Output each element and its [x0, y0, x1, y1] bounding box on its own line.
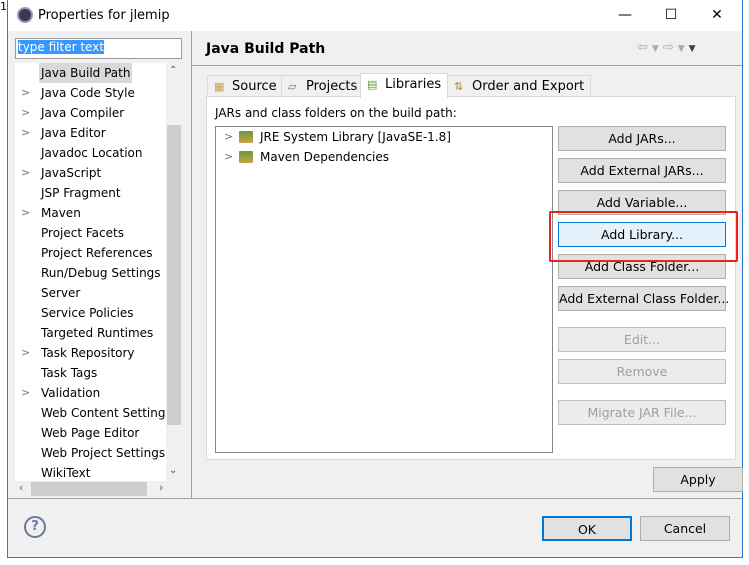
tab-projects[interactable]: ▱ Projects: [281, 75, 365, 97]
right-pane: Java Build Path ⇦▼⇨▼▼ ▦ Source ▱ Projects …: [192, 31, 743, 498]
tab-order-and-export[interactable]: ⇅ Order and Export: [447, 75, 592, 97]
view-menu-icon[interactable]: ▼: [689, 44, 700, 54]
tab-label: Order and Export: [472, 79, 585, 94]
tree-item-label: Javadoc Location: [41, 146, 143, 160]
window-title: Properties for jlemip: [38, 8, 170, 23]
filter-text: type filter text: [18, 40, 105, 54]
ok-button[interactable]: OK: [542, 516, 632, 541]
tree-item-label: Java Code Style: [41, 86, 135, 100]
scroll-up-icon[interactable]: ⌃: [169, 65, 177, 76]
tree-item-label: Project References: [41, 246, 153, 260]
library-icon: [239, 151, 253, 163]
tree-item-label: Java Build Path: [39, 63, 133, 83]
expand-icon[interactable]: >: [21, 203, 30, 223]
scrollbar-thumb[interactable]: [31, 482, 147, 496]
apply-button[interactable]: Apply: [653, 467, 743, 492]
back-icon[interactable]: ⇦: [637, 40, 652, 55]
add-external-class-folder-button[interactable]: Add External Class Folder...: [558, 286, 729, 311]
tab-source[interactable]: ▦ Source: [207, 75, 284, 97]
close-button[interactable]: ✕: [694, 0, 740, 31]
order-icon: ⇅: [454, 80, 464, 93]
tab-label: Source: [232, 79, 277, 94]
maximize-button[interactable]: ☐: [648, 0, 694, 31]
vertical-scrollbar[interactable]: ⌃ ⌄: [166, 63, 182, 481]
tree-item-label: Server: [41, 286, 81, 300]
page-header: Java Build Path ⇦▼⇨▼▼: [192, 31, 742, 66]
tree-item-label: JavaScript: [41, 166, 102, 180]
forward-menu-icon[interactable]: ▼: [678, 44, 689, 54]
tree-item-label: Task Tags: [41, 366, 98, 380]
add-external-jars-button[interactable]: Add External JARs...: [558, 158, 726, 183]
tree-item-label: Java Compiler: [41, 106, 125, 120]
panel-label: JARs and class folders on the build path…: [215, 106, 457, 120]
tree-item-label: Project Facets: [41, 226, 124, 240]
left-pane: type filter text Java Build Path > Java Co…: [8, 31, 192, 497]
title-bar: Properties for jlemip — ☐ ✕: [8, 0, 742, 31]
tree-item-label: Run/Debug Settings: [41, 266, 161, 280]
library-icon: ▤: [367, 78, 378, 91]
expand-icon[interactable]: >: [224, 147, 233, 167]
tree-item-label: Task Repository: [41, 346, 135, 360]
migrate-jar-file-button[interactable]: Migrate JAR File...: [558, 400, 726, 425]
scroll-down-icon[interactable]: ⌄: [169, 465, 177, 476]
tab-libraries[interactable]: ▤ Libraries: [360, 73, 449, 98]
nav-controls: ⇦▼⇨▼▼: [637, 40, 700, 55]
corner-text: 1: [0, 0, 7, 13]
item-label: JRE System Library [JavaSE-1.8]: [260, 130, 451, 144]
tree-item-label: Web Content Settings: [41, 406, 166, 420]
expand-icon[interactable]: >: [21, 123, 30, 143]
tree-item-label: Web Page Editor: [41, 426, 140, 440]
property-tree: Java Build Path > Java Code Style > Java Com…: [15, 63, 166, 481]
minimize-button[interactable]: —: [602, 0, 648, 31]
expand-icon[interactable]: >: [21, 163, 30, 183]
properties-dialog: Properties for jlemip — ☐ ✕ type filter …: [7, 0, 743, 558]
scroll-right-icon[interactable]: ›: [159, 481, 163, 494]
tree-item-label: Targeted Runtimes: [41, 326, 154, 340]
forward-icon[interactable]: ⇨: [663, 40, 678, 55]
cancel-button[interactable]: Cancel: [640, 516, 730, 541]
item-label: Maven Dependencies: [260, 150, 390, 164]
highlight-annotation: [549, 211, 738, 262]
tree-item-label: Service Policies: [41, 306, 134, 320]
tab-label: Projects: [306, 79, 358, 94]
tree-item-label: JSP Fragment: [41, 186, 121, 200]
filter-input[interactable]: type filter text: [15, 38, 182, 59]
tree-item-label: Web Project Settings: [41, 446, 166, 460]
tree-item-label: Maven: [41, 206, 81, 220]
edit-button[interactable]: Edit...: [558, 327, 726, 352]
folder-icon: ▱: [288, 80, 297, 93]
back-menu-icon[interactable]: ▼: [652, 44, 663, 54]
library-tree: > JRE System Library [JavaSE-1.8] > Maven …: [215, 126, 553, 453]
add-jars-button[interactable]: Add JARs...: [558, 126, 726, 151]
tree-item-label: Validation: [41, 386, 101, 400]
tree-item-label: WikiText: [41, 466, 91, 480]
horizontal-scrollbar[interactable]: ‹ ›: [15, 481, 182, 497]
tree-item-label: Java Editor: [41, 126, 106, 140]
expand-icon[interactable]: >: [224, 127, 233, 147]
remove-button[interactable]: Remove: [558, 359, 726, 384]
expand-icon[interactable]: >: [21, 383, 30, 403]
page-title: Java Build Path: [206, 41, 326, 57]
footer-divider: [8, 498, 742, 499]
scroll-left-icon[interactable]: ‹: [19, 481, 23, 494]
library-icon: [239, 131, 253, 143]
expand-icon[interactable]: >: [21, 343, 30, 363]
expand-icon[interactable]: >: [21, 83, 30, 103]
scrollbar-thumb[interactable]: [167, 125, 181, 425]
eclipse-icon: [17, 7, 33, 23]
help-icon[interactable]: ?: [24, 516, 46, 538]
tab-label: Libraries: [385, 77, 442, 92]
expand-icon[interactable]: >: [21, 103, 30, 123]
source-folder-icon: ▦: [214, 80, 225, 93]
